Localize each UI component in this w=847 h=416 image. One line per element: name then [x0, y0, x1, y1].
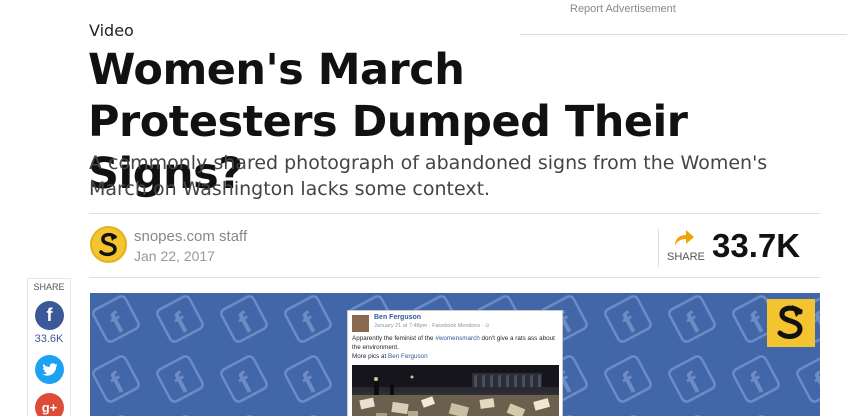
snopes-badge-glyph: [777, 305, 803, 339]
snopes-badge-icon: [767, 299, 815, 347]
post-author-name: Ben Ferguson: [374, 314, 422, 321]
post-meta: January 21 at 7:48pm · Facebook Mentions…: [374, 323, 490, 329]
share-arrow-icon: [675, 230, 694, 246]
share-button[interactable]: SHARE: [658, 229, 706, 267]
share-label: SHARE: [667, 251, 705, 263]
author-name[interactable]: snopes.com staff: [134, 228, 247, 245]
share-count: 33.7K: [712, 227, 801, 264]
report-advertisement-link[interactable]: Report Advertisement: [570, 3, 676, 15]
facebook-icon: f: [46, 305, 53, 325]
publish-date: Jan 22, 2017: [134, 248, 215, 264]
post-photo: [352, 365, 559, 416]
post-text: Apparently the feminist of the #womensma…: [352, 335, 558, 352]
snopes-s-glyph: [98, 232, 117, 256]
header-divider: [520, 34, 847, 35]
snopes-logo-icon[interactable]: [90, 226, 127, 263]
post-more-pics: More pics at Ben Ferguson: [352, 353, 428, 360]
twitter-share-button[interactable]: [35, 355, 64, 384]
facebook-share-count: 33.6K: [34, 333, 64, 345]
post-author-avatar: [352, 315, 369, 332]
byline-top-divider: [89, 213, 820, 214]
facebook-post-screenshot: Ben Ferguson January 21 at 7:48pm · Face…: [347, 310, 563, 416]
facebook-share-button[interactable]: f: [35, 301, 64, 330]
share-sidebar: SHARE f 33.6K g+: [27, 278, 71, 416]
sidebar-share-label: SHARE: [33, 282, 65, 292]
abandoned-signs-photo: [352, 365, 559, 416]
post-hashtag: #womensmarch: [435, 335, 480, 342]
post-more-link: Ben Ferguson: [388, 353, 428, 360]
post-more-prefix: More pics at: [352, 353, 389, 360]
google-plus-share-button[interactable]: g+: [35, 393, 64, 416]
post-text-before: Apparently the feminist of the: [352, 335, 436, 342]
twitter-bird-icon: [42, 362, 57, 376]
article-subtitle: A commonly shared photograph of abandone…: [89, 152, 768, 200]
google-plus-icon: g+: [41, 400, 58, 415]
byline-bottom-divider: [89, 277, 820, 278]
article-category[interactable]: Video: [89, 21, 134, 40]
